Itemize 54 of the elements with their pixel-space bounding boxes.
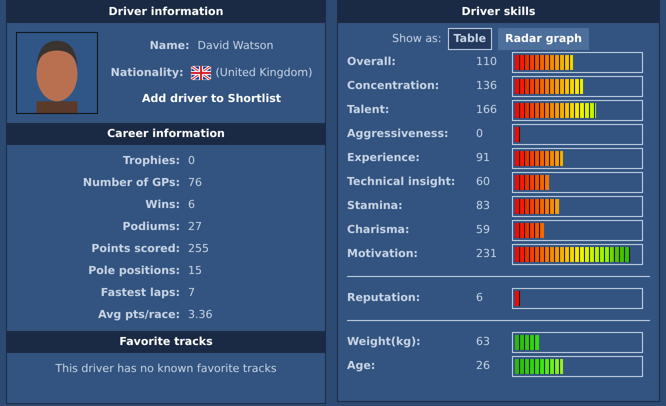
skill-label: Aggressiveness: (347, 126, 450, 142)
stat-value: 255 (188, 240, 209, 257)
skill-value: 91 (476, 150, 491, 166)
skill-label: Age: (347, 358, 376, 374)
skill-value: 110 (476, 54, 498, 70)
field-label: Nationality: (110, 64, 184, 81)
stat-value: 6 (188, 196, 195, 213)
stat-value: 15 (188, 262, 202, 279)
stat-label: Podiums: (121, 218, 181, 235)
stat-value: 76 (188, 174, 202, 191)
section-header: Driver skills (338, 1, 659, 23)
skill-label: Weight(kg): (347, 334, 422, 350)
stat-label: Fastest laps: (100, 284, 181, 301)
skill-label: Overall: (347, 54, 397, 70)
skill-value: 231 (476, 246, 498, 262)
skill-value: 136 (476, 78, 498, 94)
skill-label: Charisma: (347, 222, 410, 238)
stat-label: Avg pts/race: (97, 306, 181, 323)
field-value: (United Kingdom) (215, 64, 312, 81)
stat-value: 27 (188, 218, 202, 235)
show-as-label: Show as: (392, 30, 442, 47)
stat-label: Pole positions: (87, 262, 181, 279)
skill-label: Stamina: (347, 198, 404, 214)
skill-value: 6 (476, 290, 484, 306)
stat-value: 7 (188, 284, 195, 301)
section-header: Favorite tracks (7, 331, 325, 353)
skill-value: 63 (476, 334, 491, 350)
skill-label: Concentration: (347, 78, 440, 94)
view-tab[interactable]: Table (448, 28, 492, 50)
section-header: Career information (7, 123, 325, 145)
field-value: David Watson (198, 38, 274, 54)
shortlist-link[interactable]: Add driver to Shortlist (142, 91, 282, 108)
stat-label: Points scored: (90, 240, 181, 257)
skill-value: 26 (476, 358, 491, 374)
skill-label: Experience: (347, 150, 421, 166)
stat-value: 0 (188, 152, 195, 169)
section-header: Driver information (7, 1, 325, 23)
view-tab[interactable]: Radar graph (498, 28, 589, 50)
flag-icon (191, 66, 212, 80)
skill-value: 59 (476, 222, 491, 238)
skill-label: Talent: (347, 102, 390, 118)
field-label: Name: (150, 38, 190, 54)
stat-label: Trophies: (122, 152, 181, 169)
skill-label: Motivation: (347, 246, 419, 262)
skill-value: 0 (476, 126, 484, 142)
skill-value: 60 (476, 174, 491, 190)
stat-label: Number of GPs: (82, 174, 181, 191)
skill-label: Reputation: (347, 290, 422, 306)
stat-value: 3.36 (188, 306, 212, 323)
skill-label: Technical insight: (347, 174, 456, 190)
skill-value: 83 (476, 198, 491, 214)
skill-value: 166 (476, 102, 498, 118)
empty-message: This driver has no known favorite tracks (55, 362, 277, 375)
stat-label: Wins: (144, 196, 181, 213)
